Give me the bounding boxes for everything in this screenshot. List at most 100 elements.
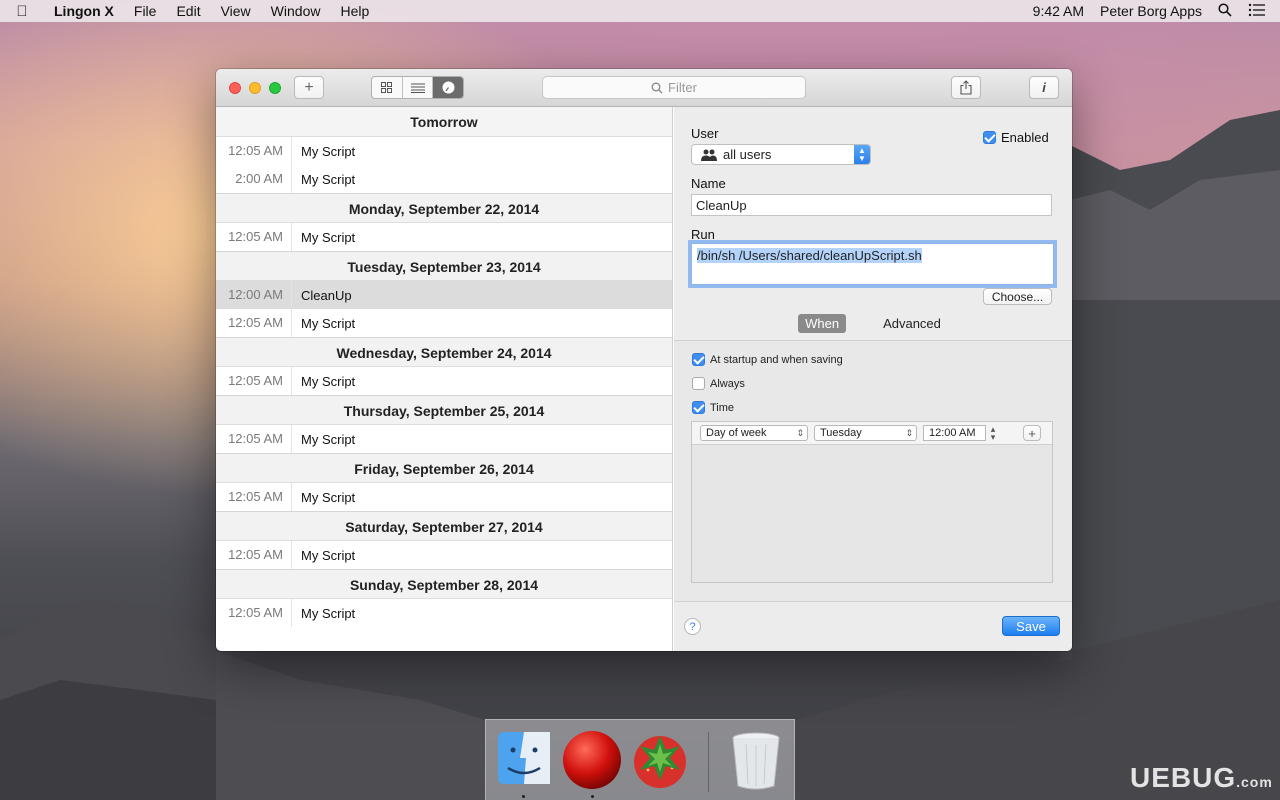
info-button[interactable]: i [1029, 76, 1059, 99]
schedule-time: 12:05 AM [216, 367, 292, 395]
run-command-field[interactable]: /bin/sh /Users/shared/cleanUpScript.sh [691, 243, 1054, 285]
time-rules-box: Day of week ⇕ Tuesday ⇕ 12:00 AM ▴ ▾ + [691, 421, 1053, 583]
always-label: Always [710, 377, 745, 390]
user-label: User [691, 126, 719, 141]
schedule-job-name: My Script [301, 229, 356, 245]
menu-app-name[interactable]: Lingon X [44, 3, 124, 19]
finder-icon[interactable] [496, 730, 556, 790]
menu-view[interactable]: View [211, 3, 261, 19]
schedule-job-name: My Script [301, 605, 356, 621]
info-icon: i [1042, 80, 1046, 95]
schedule-time: 12:00 AM [216, 281, 292, 309]
name-label: Name [691, 176, 726, 191]
menu-file[interactable]: File [124, 3, 167, 19]
detail-tabs: When Advanced [674, 307, 1072, 339]
user-value: all users [723, 147, 772, 162]
schedule-row[interactable]: 12:05 AM My Script [216, 599, 672, 627]
menu-edit[interactable]: Edit [166, 3, 210, 19]
day-header: Wednesday, September 24, 2014 [216, 337, 672, 367]
notification-center-icon[interactable] [1240, 3, 1280, 20]
time-checkbox[interactable]: Time [692, 401, 734, 414]
run-command-value: /bin/sh /Users/shared/cleanUpScript.sh [697, 248, 922, 263]
always-checkbox[interactable]: Always [692, 377, 745, 390]
schedule-job-name: My Script [301, 143, 356, 159]
enabled-label: Enabled [1001, 130, 1049, 145]
running-indicator [591, 795, 594, 798]
job-detail-pane: User Enabled all users ▲ ▼ Name CleanUp R… [674, 107, 1072, 651]
schedule-row[interactable]: 12:05 AM My Script [216, 137, 672, 165]
trash-icon[interactable] [728, 730, 788, 790]
share-button[interactable] [951, 76, 981, 99]
schedule-row[interactable]: 12:05 AM My Script [216, 425, 672, 453]
red-ball-app-icon[interactable] [562, 730, 622, 790]
startup-checkbox[interactable]: At startup and when saving [692, 353, 843, 366]
schedule-row[interactable]: 12:05 AM My Script [216, 483, 672, 511]
time-check-icon [692, 401, 705, 414]
schedule-time: 12:05 AM [216, 425, 292, 453]
grid-view-icon[interactable] [372, 77, 403, 98]
enabled-check-icon [983, 131, 996, 144]
time-mode-popup[interactable]: Day of week ⇕ [700, 425, 808, 441]
time-stepper[interactable]: ▴ ▾ [988, 425, 998, 442]
schedule-row[interactable]: 12:05 AM My Script [216, 541, 672, 569]
filter-search-field[interactable]: Filter [542, 76, 806, 99]
day-value: Tuesday [820, 427, 862, 439]
minimize-window-button[interactable] [249, 82, 261, 94]
running-indicator [522, 795, 525, 798]
schedule-job-name: My Script [301, 547, 356, 563]
time-mode-value: Day of week [706, 427, 767, 439]
schedule-time: 12:05 AM [216, 223, 292, 251]
schedule-row[interactable]: 12:05 AM My Script [216, 367, 672, 395]
window-toolbar: + Filter i [216, 69, 1072, 107]
save-button[interactable]: Save [1002, 616, 1060, 636]
schedule-list: Tomorrow 12:05 AM My Script 2:00 AM My Scrip… [216, 107, 673, 651]
chevron-updown-icon: ⇕ [905, 427, 913, 438]
menu-window[interactable]: Window [261, 3, 331, 19]
help-button[interactable]: ? [684, 618, 701, 635]
day-header: Sunday, September 28, 2014 [216, 569, 672, 599]
schedule-time: 12:05 AM [216, 541, 292, 569]
add-button[interactable]: + [294, 76, 324, 99]
menu-clock[interactable]: 9:42 AM [1025, 3, 1092, 19]
schedule-job-name: CleanUp [301, 287, 352, 303]
schedule-time: 2:00 AM [216, 165, 292, 193]
schedule-job-name: My Script [301, 373, 356, 389]
choose-button[interactable]: Choose... [983, 288, 1052, 305]
lingon-app-icon[interactable] [630, 730, 690, 790]
day-header: Tomorrow [216, 107, 672, 137]
day-header: Thursday, September 25, 2014 [216, 395, 672, 425]
name-field[interactable]: CleanUp [691, 194, 1052, 216]
day-popup[interactable]: Tuesday ⇕ [814, 425, 917, 441]
schedule-row[interactable]: 2:00 AM My Script [216, 165, 672, 193]
schedule-job-name: My Script [301, 431, 356, 447]
time-field[interactable]: 12:00 AM [923, 425, 986, 441]
enabled-checkbox[interactable]: Enabled [983, 130, 1049, 145]
menu-user[interactable]: Peter Borg Apps [1092, 3, 1210, 19]
tab-advanced[interactable]: Advanced [876, 314, 948, 333]
watermark-logo: UEBUG.com [1130, 762, 1273, 794]
menu-bar:  Lingon X File Edit View Window Help 9:… [0, 0, 1280, 22]
tab-when[interactable]: When [798, 313, 847, 333]
watermark-sub: .com [1236, 774, 1273, 790]
watermark-main: UEBUG [1130, 762, 1237, 793]
schedule-view-icon[interactable] [433, 77, 463, 98]
list-view-icon[interactable] [403, 77, 434, 98]
schedule-row[interactable]: 12:05 AM My Script [216, 309, 672, 337]
search-icon [651, 82, 663, 93]
schedule-job-name: My Script [301, 315, 356, 331]
schedule-time: 12:05 AM [216, 483, 292, 511]
menu-help[interactable]: Help [330, 3, 379, 19]
schedule-row[interactable]: 12:05 AM My Script [216, 223, 672, 251]
dock [485, 719, 795, 800]
zoom-window-button[interactable] [269, 82, 281, 94]
apple-menu-icon[interactable]:  [0, 3, 44, 20]
schedule-row[interactable]: 12:00 AM CleanUp [216, 281, 672, 309]
user-popup[interactable]: all users ▲ ▼ [691, 144, 871, 165]
day-header: Monday, September 22, 2014 [216, 193, 672, 223]
schedule-job-name: My Script [301, 171, 356, 187]
day-header: Friday, September 26, 2014 [216, 453, 672, 483]
schedule-time: 12:05 AM [216, 599, 292, 627]
add-time-rule-button[interactable]: + [1023, 425, 1041, 441]
spotlight-search-icon[interactable] [1210, 2, 1240, 20]
close-window-button[interactable] [229, 82, 241, 94]
